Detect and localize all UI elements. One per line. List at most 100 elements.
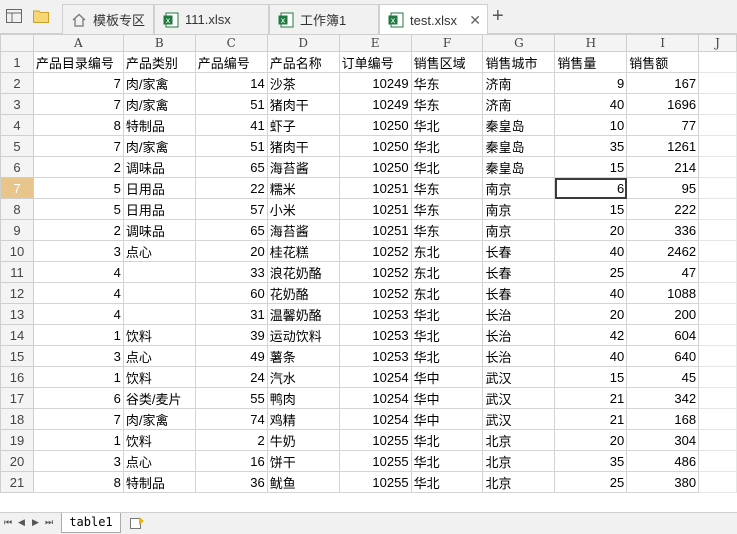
data-cell[interactable]: 25 xyxy=(554,471,628,493)
data-cell[interactable]: 604 xyxy=(626,324,700,346)
data-cell[interactable]: 点心 xyxy=(122,345,196,367)
data-cell[interactable] xyxy=(122,303,196,325)
data-cell[interactable]: 肉/家禽 xyxy=(122,93,196,115)
empty-cell[interactable] xyxy=(698,198,737,220)
data-cell[interactable]: 浪花奶酪 xyxy=(266,261,340,283)
data-cell[interactable]: 沙茶 xyxy=(266,72,340,94)
data-cell[interactable]: 2462 xyxy=(626,240,700,262)
next-sheet-icon[interactable]: ▶ xyxy=(32,517,39,528)
data-cell[interactable]: 25 xyxy=(554,261,628,283)
first-sheet-icon[interactable]: ⏮ xyxy=(4,517,12,528)
header-cell[interactable]: 产品编号 xyxy=(194,51,268,73)
data-cell[interactable]: 秦皇岛 xyxy=(482,114,556,136)
row-header[interactable]: 16 xyxy=(0,366,34,388)
data-cell[interactable]: 4 xyxy=(32,303,124,325)
data-cell[interactable]: 鱿鱼 xyxy=(266,471,340,493)
data-cell[interactable]: 21 xyxy=(554,387,628,409)
row-header[interactable]: 18 xyxy=(0,408,34,430)
data-cell[interactable]: 7 xyxy=(32,135,124,157)
data-cell[interactable]: 华北 xyxy=(410,450,484,472)
data-cell[interactable]: 6 xyxy=(32,387,124,409)
data-cell[interactable]: 60 xyxy=(194,282,268,304)
data-cell[interactable]: 486 xyxy=(626,450,700,472)
empty-cell[interactable] xyxy=(698,450,737,472)
data-cell[interactable]: 花奶酪 xyxy=(266,282,340,304)
data-cell[interactable]: 51 xyxy=(194,93,268,115)
header-cell[interactable]: 销售额 xyxy=(626,51,700,73)
data-cell[interactable]: 南京 xyxy=(482,219,556,241)
data-cell[interactable]: 14 xyxy=(194,72,268,94)
data-cell[interactable]: 武汉 xyxy=(482,387,556,409)
data-cell[interactable]: 鸭肉 xyxy=(266,387,340,409)
data-cell[interactable]: 51 xyxy=(194,135,268,157)
column-header-c[interactable]: C xyxy=(194,34,268,52)
data-cell[interactable]: 10255 xyxy=(338,471,412,493)
tab-111-xlsx[interactable]: x 111.xlsx xyxy=(154,4,269,34)
column-header-a[interactable]: A xyxy=(32,34,124,52)
data-cell[interactable]: 10252 xyxy=(338,282,412,304)
column-header-h[interactable]: H xyxy=(554,34,628,52)
folder-icon[interactable] xyxy=(33,9,49,23)
row-header[interactable]: 15 xyxy=(0,345,34,367)
data-cell[interactable]: 华中 xyxy=(410,408,484,430)
data-cell[interactable]: 8 xyxy=(32,471,124,493)
data-cell[interactable]: 牛奶 xyxy=(266,429,340,451)
data-cell[interactable]: 华北 xyxy=(410,471,484,493)
empty-cell[interactable] xyxy=(698,282,737,304)
data-cell[interactable]: 北京 xyxy=(482,429,556,451)
row-header[interactable]: 19 xyxy=(0,429,34,451)
data-cell[interactable]: 济南 xyxy=(482,93,556,115)
data-cell[interactable]: 10250 xyxy=(338,114,412,136)
data-cell[interactable]: 特制品 xyxy=(122,114,196,136)
data-cell[interactable]: 39 xyxy=(194,324,268,346)
column-header-f[interactable]: F xyxy=(410,34,484,52)
data-cell[interactable]: 15 xyxy=(554,366,628,388)
data-cell[interactable]: 10253 xyxy=(338,324,412,346)
data-cell[interactable]: 2 xyxy=(194,429,268,451)
data-cell[interactable]: 40 xyxy=(554,282,628,304)
data-cell[interactable]: 47 xyxy=(626,261,700,283)
data-cell[interactable]: 1088 xyxy=(626,282,700,304)
data-cell[interactable]: 20 xyxy=(554,303,628,325)
data-cell[interactable]: 20 xyxy=(554,219,628,241)
data-cell[interactable]: 点心 xyxy=(122,240,196,262)
row-header[interactable]: 14 xyxy=(0,324,34,346)
data-cell[interactable]: 45 xyxy=(626,366,700,388)
data-cell[interactable]: 饮料 xyxy=(122,324,196,346)
data-cell[interactable]: 7 xyxy=(32,72,124,94)
data-cell[interactable]: 7 xyxy=(32,93,124,115)
data-cell[interactable]: 南京 xyxy=(482,198,556,220)
data-cell[interactable]: 长治 xyxy=(482,303,556,325)
data-cell[interactable]: 35 xyxy=(554,135,628,157)
data-cell[interactable]: 10254 xyxy=(338,366,412,388)
data-cell[interactable]: 10249 xyxy=(338,93,412,115)
data-cell[interactable]: 35 xyxy=(554,450,628,472)
row-header[interactable]: 5 xyxy=(0,135,34,157)
empty-cell[interactable] xyxy=(698,240,737,262)
data-cell[interactable]: 东北 xyxy=(410,240,484,262)
data-cell[interactable]: 日用品 xyxy=(122,177,196,199)
data-cell[interactable]: 24 xyxy=(194,366,268,388)
data-cell[interactable]: 95 xyxy=(626,177,700,199)
row-header[interactable]: 6 xyxy=(0,156,34,178)
header-cell[interactable]: 产品类别 xyxy=(122,51,196,73)
data-cell[interactable]: 1 xyxy=(32,324,124,346)
column-header-e[interactable]: E xyxy=(338,34,412,52)
data-cell[interactable]: 40 xyxy=(554,93,628,115)
row-header[interactable]: 9 xyxy=(0,219,34,241)
empty-cell[interactable] xyxy=(698,51,737,73)
data-cell[interactable]: 42 xyxy=(554,324,628,346)
data-cell[interactable]: 济南 xyxy=(482,72,556,94)
data-cell[interactable]: 10250 xyxy=(338,135,412,157)
row-header[interactable]: 17 xyxy=(0,387,34,409)
data-cell[interactable]: 肉/家禽 xyxy=(122,408,196,430)
select-all-corner[interactable] xyxy=(0,34,34,52)
data-cell[interactable]: 9 xyxy=(554,72,628,94)
data-cell[interactable]: 华北 xyxy=(410,324,484,346)
header-cell[interactable]: 销售区域 xyxy=(410,51,484,73)
data-cell[interactable]: 31 xyxy=(194,303,268,325)
data-cell[interactable]: 8 xyxy=(32,114,124,136)
row-header[interactable]: 13 xyxy=(0,303,34,325)
data-cell[interactable]: 10253 xyxy=(338,345,412,367)
row-header[interactable]: 7 xyxy=(0,177,34,199)
